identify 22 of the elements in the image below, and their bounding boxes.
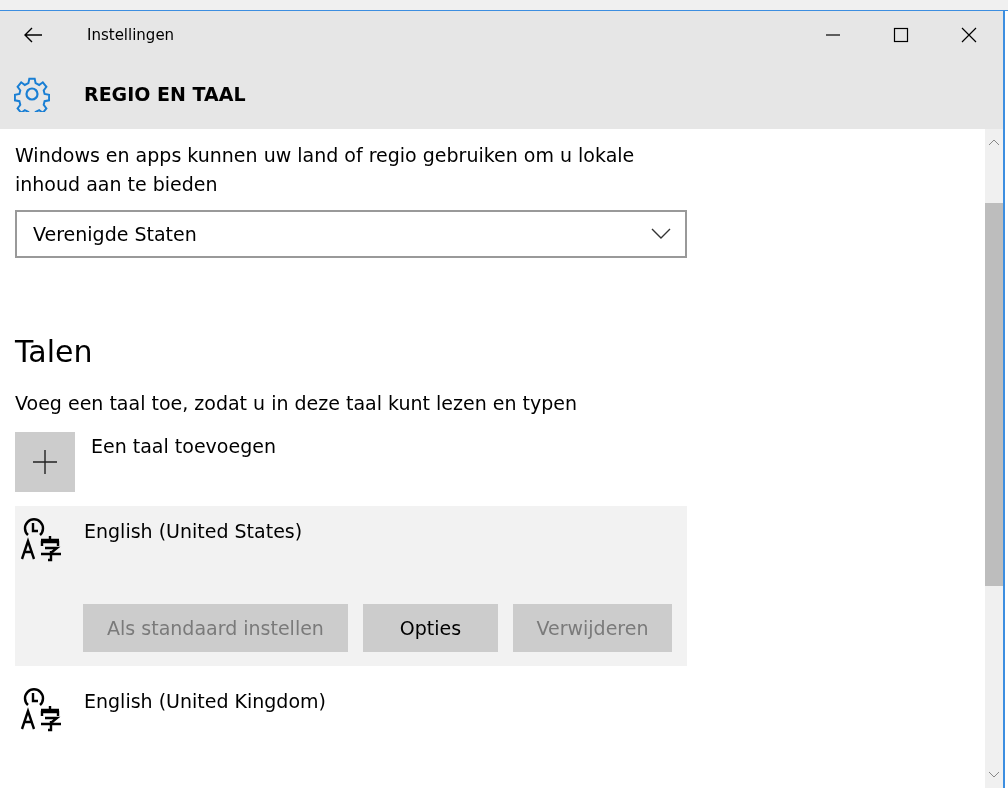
language-item[interactable]: English (United Kingdom) — [15, 666, 687, 746]
back-arrow-icon — [23, 27, 43, 43]
add-language-label[interactable]: Een taal toevoegen — [91, 435, 276, 457]
plus-icon — [32, 449, 58, 475]
language-name: English (United Kingdom) — [84, 690, 326, 712]
settings-icon — [14, 76, 50, 112]
region-dropdown[interactable]: Verenigde Staten — [15, 210, 687, 258]
section-heading: Talen — [15, 333, 94, 371]
languages-description: Voeg een taal toe, zodat u in deze taal kunt lezen en typen — [15, 392, 578, 414]
region-description: Windows en apps kunnen uw land of regio gebruiken om u lokale inhoud aan te bieden — [15, 143, 636, 197]
minimize-icon — [825, 34, 841, 36]
maximize-icon — [893, 27, 909, 43]
scroll-down-icon — [989, 772, 999, 778]
window-title: Instellingen — [87, 26, 175, 44]
page-title: REGIO EN TAAL — [84, 83, 246, 105]
language-name: English (United States) — [84, 520, 303, 542]
chevron-down-icon — [651, 228, 671, 240]
add-language-button[interactable] — [15, 432, 75, 492]
close-icon — [961, 27, 977, 43]
scrollbar-thumb[interactable] — [985, 203, 1003, 586]
language-action-button[interactable]: Opties — [363, 604, 498, 652]
scroll-up-icon — [989, 139, 999, 145]
